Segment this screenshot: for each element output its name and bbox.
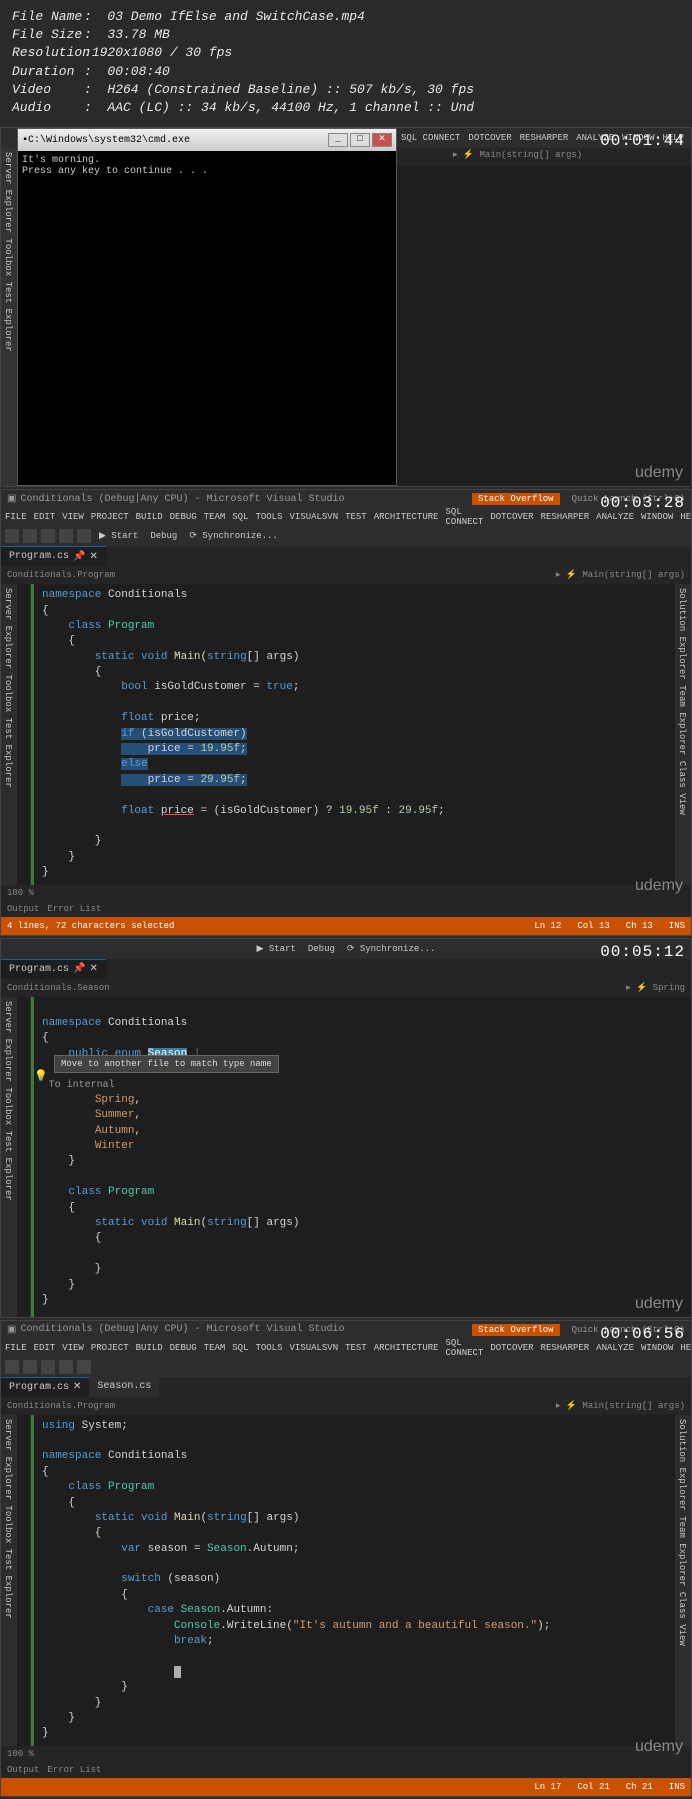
close-icon[interactable]: ✕ xyxy=(89,551,97,563)
tab-program[interactable]: Program.cs 📌 ✕ xyxy=(1,959,106,979)
editor-tabs: Program.cs 📌 ✕ xyxy=(1,546,691,566)
toolbar-icon[interactable] xyxy=(59,529,73,543)
editor-tabs: Program.cs ✕ Season.cs xyxy=(1,1377,691,1397)
sync-button[interactable]: ⟳ Synchronize... xyxy=(185,531,282,541)
right-side-tabs[interactable]: Solution Explorer Team Explorer Class Vi… xyxy=(675,1415,691,1746)
toolbar-icon[interactable] xyxy=(77,1360,91,1374)
screenshot-1: 00:01:44 Server Explorer Toolbox Test Ex… xyxy=(0,127,692,487)
vs-output-tabs2[interactable]: OutputError List xyxy=(1,1762,691,1778)
left-side-tabs[interactable]: Server Explorer Toolbox Test Explorer xyxy=(1,1415,17,1746)
vs-status-bar: 4 lines, 72 characters selected Ln 12Col… xyxy=(1,917,691,935)
side-tabs[interactable]: Server Explorer Toolbox Test Explorer xyxy=(1,148,17,486)
vs-toolbar[interactable] xyxy=(1,1357,691,1377)
toolbar-icon[interactable] xyxy=(5,1360,19,1374)
screenshot-4: 00:06:56 ▣ Conditionals (Debug|Any CPU) … xyxy=(0,1320,692,1797)
toolbar-icon[interactable] xyxy=(23,529,37,543)
console-output: It's morning. Press any key to continue … xyxy=(18,151,396,181)
pin-icon[interactable]: 📌 xyxy=(73,551,85,563)
screenshot-2: 00:03:28 ▣ Conditionals (Debug|Any CPU) … xyxy=(0,489,692,935)
screenshot-3: 00:05:12 ▶ Start Debug ⟳ Synchronize... … xyxy=(0,938,692,1318)
tab-program[interactable]: Program.cs ✕ xyxy=(1,1377,89,1397)
right-side-tabs[interactable]: Solution Explorer Team Explorer Class Vi… xyxy=(675,584,691,884)
close-icon[interactable]: ✕ xyxy=(89,963,97,975)
code-editor[interactable]: using System; namespace Conditionals { c… xyxy=(34,1415,675,1746)
timestamp: 00:01:44 xyxy=(600,132,685,150)
vs-toolbar[interactable]: ▶ Start Debug ⟳ Synchronize... xyxy=(1,939,691,959)
breadcrumb-nav[interactable]: Conditionals.Season▸ ⚡ Spring xyxy=(1,979,691,997)
vs-output-tabs[interactable]: 100 % xyxy=(1,885,691,901)
member-nav[interactable]: ▸ ⚡ Main(string[] args) xyxy=(397,148,691,166)
udemy-watermark: udemy xyxy=(635,1738,683,1756)
file-metadata: File Name: 03 Demo IfElse and SwitchCase… xyxy=(0,0,692,125)
timestamp: 00:06:56 xyxy=(600,1325,685,1343)
vs-status-bar: Ln 17Col 21Ch 21INS xyxy=(1,1778,691,1796)
udemy-watermark: udemy xyxy=(635,877,683,895)
toolbar-icon[interactable] xyxy=(5,529,19,543)
maximize-button[interactable]: □ xyxy=(350,133,370,147)
toolbar-icon[interactable] xyxy=(59,1360,73,1374)
debug-config[interactable]: Debug xyxy=(146,531,181,541)
cmd-titlebar[interactable]: ▪ C:\Windows\system32\cmd.exe _ □ ✕ xyxy=(18,129,396,151)
close-button[interactable]: ✕ xyxy=(372,133,392,147)
gutter[interactable] xyxy=(17,584,31,884)
vs-output-tabs[interactable]: 100 % xyxy=(1,1746,691,1762)
pin-icon[interactable]: 📌 xyxy=(73,963,85,975)
cmd-title: C:\Windows\system32\cmd.exe xyxy=(28,135,190,146)
cmd-window: ▪ C:\Windows\system32\cmd.exe _ □ ✕ It's… xyxy=(17,128,397,486)
refactor-tooltip[interactable]: Move to another file to match type name xyxy=(54,1055,279,1074)
vs-toolbar[interactable]: ▶ Start Debug ⟳ Synchronize... xyxy=(1,526,691,546)
code-editor[interactable]: namespace Conditionals { class Program {… xyxy=(34,584,675,884)
toolbar-icon[interactable] xyxy=(41,1360,55,1374)
timestamp: 00:05:12 xyxy=(600,943,685,961)
gutter[interactable] xyxy=(17,997,31,1317)
breadcrumb-nav[interactable]: Conditionals.Program▸ ⚡ Main(string[] ar… xyxy=(1,1397,691,1415)
stack-overflow-button[interactable]: Stack Overflow xyxy=(472,1324,560,1336)
udemy-watermark: udemy xyxy=(635,464,683,482)
breadcrumb-nav[interactable]: Conditionals.Program▸ ⚡ Main(string[] ar… xyxy=(1,566,691,584)
udemy-watermark: udemy xyxy=(635,1295,683,1313)
timestamp: 00:03:28 xyxy=(600,494,685,512)
tab-program[interactable]: Program.cs 📌 ✕ xyxy=(1,546,106,566)
tab-season[interactable]: Season.cs xyxy=(89,1377,159,1397)
minimize-button[interactable]: _ xyxy=(328,133,348,147)
vs-titlebar: ▣ Conditionals (Debug|Any CPU) - Microso… xyxy=(1,1321,691,1339)
gutter[interactable] xyxy=(17,1415,31,1746)
close-icon[interactable]: ✕ xyxy=(73,1381,81,1393)
left-side-tabs[interactable]: Server Explorer Toolbox Test Explorer xyxy=(1,997,17,1317)
toolbar-icon[interactable] xyxy=(23,1360,37,1374)
lightbulb-icon[interactable]: 💡 xyxy=(34,1070,48,1085)
stack-overflow-button[interactable]: Stack Overflow xyxy=(472,493,560,505)
editor-tabs: Program.cs 📌 ✕ xyxy=(1,959,691,979)
vs-menubar[interactable]: FILEEDITVIEWPROJECTBUILDDEBUGTEAMSQLTOOL… xyxy=(1,1339,691,1357)
code-editor[interactable]: namespace Conditionals { public enum Sea… xyxy=(34,997,691,1317)
toolbar-icon[interactable] xyxy=(41,529,55,543)
vs-logo-icon: ▣ xyxy=(7,1324,16,1336)
left-side-tabs[interactable]: Server Explorer Toolbox Test Explorer xyxy=(1,584,17,884)
start-button[interactable]: ▶ Start xyxy=(95,531,142,541)
vs-logo-icon: ▣ xyxy=(7,493,16,505)
vs-titlebar: ▣ Conditionals (Debug|Any CPU) - Microso… xyxy=(1,490,691,508)
vs-output-tabs2[interactable]: OutputError List xyxy=(1,901,691,917)
toolbar-icon[interactable] xyxy=(77,529,91,543)
vs-menubar[interactable]: FILEEDITVIEWPROJECTBUILDDEBUGTEAMSQLTOOL… xyxy=(1,508,691,526)
